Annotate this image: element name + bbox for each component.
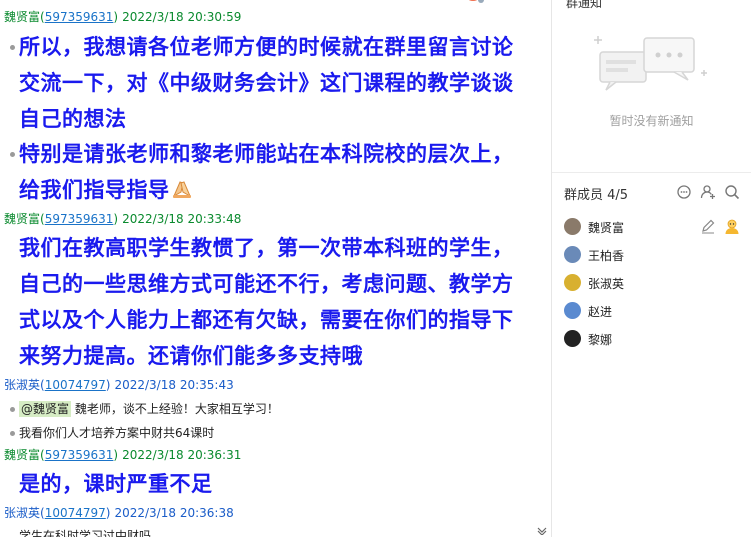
- bullet-dot: [10, 407, 15, 412]
- message-text: 学生在科时学习过中财吗: [19, 529, 152, 537]
- member-item[interactable]: 黎娜: [564, 328, 744, 348]
- message-time: 2022/3/18 20:35:43: [114, 378, 234, 392]
- avatar: [564, 302, 581, 319]
- group-sidebar: 群通知 暂时没有新通知 群成员 4/5 魏贤富 王柏香 张淑英 赵进 黎娜: [552, 0, 751, 537]
- message-header: 张淑英(10074797) 2022/3/18 20:35:43: [4, 378, 234, 392]
- partial-avatar-icon: [468, 0, 484, 3]
- praying-hands-icon: [172, 181, 191, 198]
- sender-name[interactable]: 魏贤富: [4, 212, 40, 226]
- message-header: 魏贤富(597359631) 2022/3/18 20:36:31: [4, 448, 242, 462]
- message-header: 魏贤富(597359631) 2022/3/18 20:30:59: [4, 10, 242, 24]
- bullet-dot: [10, 431, 15, 436]
- member-item[interactable]: 王柏香: [564, 244, 744, 264]
- admin-avatar-icon: [725, 219, 739, 234]
- mention-tag[interactable]: @魏贤富: [19, 401, 72, 417]
- sender-qq[interactable]: 10074797: [45, 378, 106, 392]
- member-name: 张淑英: [588, 277, 625, 291]
- sender-qq[interactable]: 10074797: [45, 506, 106, 520]
- message-time: 2022/3/18 20:36:38: [114, 506, 234, 520]
- member-item[interactable]: 张淑英: [564, 272, 744, 292]
- member-name: 魏贤富: [588, 221, 625, 235]
- avatar: [564, 330, 581, 347]
- bullet-dot: [10, 152, 15, 157]
- avatar: [564, 218, 581, 235]
- empty-notice-illustration: [594, 36, 707, 91]
- message-text: 特别是请张老师和黎老师能站在本科院校的层次上，给我们指导指导: [19, 136, 534, 208]
- chat-message-area[interactable]: 魏贤富(597359631) 2022/3/18 20:30:59 所以，我想请各…: [0, 0, 551, 537]
- message-text: 是的，课时严重不足: [19, 472, 213, 496]
- sidebar-divider: [552, 172, 751, 173]
- scroll-down-icon[interactable]: [537, 527, 547, 535]
- message-header: 张淑英(10074797) 2022/3/18 20:36:38: [4, 506, 234, 520]
- member-name: 赵进: [588, 305, 613, 319]
- add-member-icon[interactable]: [700, 184, 716, 200]
- search-icon[interactable]: [724, 184, 740, 200]
- message-text: 我看你们人才培养方案中财共64课时: [19, 426, 215, 440]
- message-time: 2022/3/18 20:33:48: [122, 212, 242, 226]
- message-time: 2022/3/18 20:30:59: [122, 10, 242, 24]
- notice-title: 群通知: [566, 0, 603, 10]
- sender-qq[interactable]: 597359631: [45, 212, 114, 226]
- message-header: 魏贤富(597359631) 2022/3/18 20:33:48: [4, 212, 242, 226]
- sender-name[interactable]: 张淑英: [4, 506, 40, 520]
- member-item[interactable]: 赵进: [564, 300, 744, 320]
- member-item[interactable]: 魏贤富: [564, 216, 744, 236]
- message-time: 2022/3/18 20:36:31: [122, 448, 242, 462]
- message-text-content: 魏老师，谈不上经验！大家相互学习！: [74, 402, 279, 416]
- member-name: 王柏香: [588, 249, 625, 263]
- member-name: 黎娜: [588, 333, 613, 347]
- sender-name[interactable]: 魏贤富: [4, 448, 40, 462]
- bullet-dot: [10, 45, 15, 50]
- avatar: [564, 274, 581, 291]
- message-text: 所以，我想请各位老师方便的时候就在群里留言讨论交流一下，对《中级财务会计》这门课…: [19, 35, 514, 131]
- sender-name[interactable]: 魏贤富: [4, 10, 40, 24]
- empty-notice-text: 暂时没有新通知: [609, 114, 694, 128]
- avatar: [564, 246, 581, 263]
- members-title: 群成员 4/5: [564, 188, 629, 203]
- edit-icon[interactable]: [700, 218, 716, 234]
- message-text-content: 特别是请张老师和黎老师能站在本科院校的层次上，给我们指导指导: [19, 142, 514, 202]
- sender-qq[interactable]: 597359631: [45, 448, 114, 462]
- message-text: 我们在教高职学生教惯了，第一次带本科班的学生，自己的一些思维方式可能还不行，考虑…: [19, 236, 514, 368]
- sender-name[interactable]: 张淑英: [4, 378, 40, 392]
- chat-bubble-icon[interactable]: [676, 184, 692, 200]
- message-text: @魏贤富 魏老师，谈不上经验！大家相互学习！: [19, 400, 279, 418]
- sender-qq[interactable]: 597359631: [45, 10, 114, 24]
